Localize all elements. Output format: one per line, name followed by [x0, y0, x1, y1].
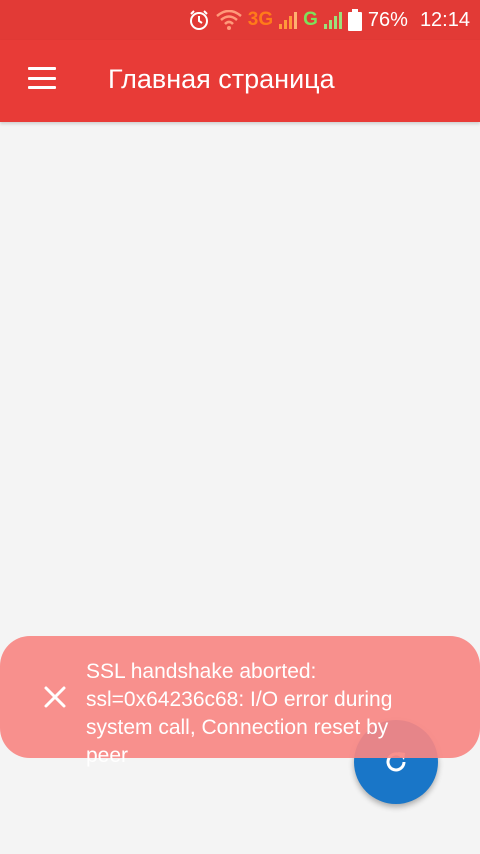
page-title: Главная страница	[108, 64, 335, 94]
menu-icon[interactable]	[28, 67, 56, 89]
signal-strength-icon	[323, 11, 342, 29]
app-bar: Главная страница	[0, 40, 480, 122]
snackbar-message: SSL handshake aborted: ssl=0x64236c68: I…	[86, 660, 393, 767]
battery-percent: 76%	[367, 8, 408, 31]
alarm-icon	[188, 9, 210, 31]
network-3g-label: 3G	[247, 9, 274, 30]
network-g-label: G	[303, 9, 318, 30]
signal-strength-icon	[279, 11, 298, 29]
clock-time: 12:14	[419, 8, 470, 31]
battery-icon	[347, 9, 362, 31]
close-icon	[44, 686, 66, 708]
status-bar: 3G G 76% 12:14	[0, 0, 480, 40]
close-button[interactable]	[42, 684, 68, 710]
wifi-icon	[215, 10, 242, 30]
error-snackbar: SSL handshake aborted: ssl=0x64236c68: I…	[0, 636, 480, 767]
